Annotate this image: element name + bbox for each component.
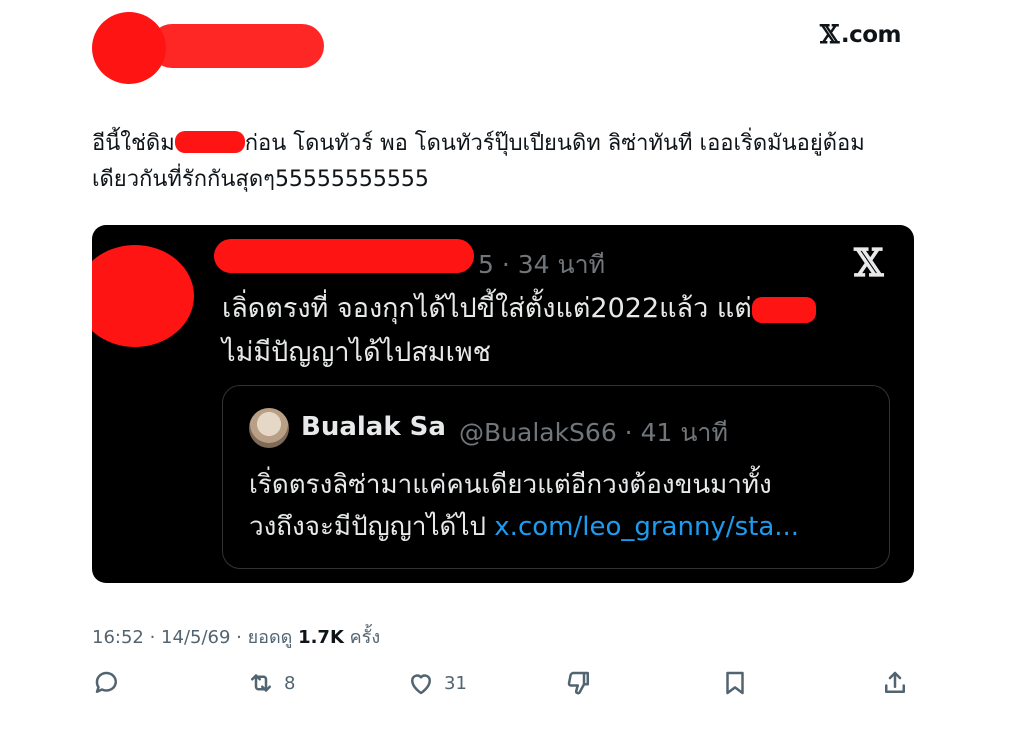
quote-author-handle: @BualakS66 · 41 นาที — [459, 418, 728, 447]
thumbs-down-icon — [567, 671, 589, 695]
quote-author-name: Bualak Sa — [301, 412, 446, 442]
action-bar: 8 31 — [92, 668, 914, 708]
quoted-tweet[interactable]: Bualak Sa @BualakS66 · 41 นาที เริ่ดตรงล… — [222, 385, 890, 569]
quote-link[interactable]: x.com/leo_granny/sta... — [494, 512, 799, 542]
x-logo: 𝕏 .com — [819, 20, 902, 49]
like-button[interactable]: 31 — [406, 668, 467, 698]
x-icon: 𝕏 — [819, 20, 839, 49]
heart-icon — [411, 674, 431, 695]
brand-text: .com — [840, 21, 902, 48]
redacted-word — [751, 296, 816, 323]
bookmark-button[interactable] — [720, 668, 750, 698]
dislike-button[interactable] — [564, 668, 594, 698]
redacted-word — [174, 131, 245, 153]
view-count: 1.7K — [298, 627, 344, 648]
share-button[interactable] — [880, 668, 910, 698]
avatar[interactable] — [249, 408, 289, 448]
reply-button[interactable] — [92, 668, 130, 698]
embedded-tweet-screenshot[interactable]: 5 · 34 นาที 𝕏 เลิ่ดตรงที่ จองกุกได้ไปขี้… — [92, 225, 914, 583]
retweet-button[interactable]: 8 — [246, 668, 295, 698]
redacted-username — [214, 239, 474, 273]
tweet-meta: 16:52 · 14/5/69 · ยอดดู 1.7K ครั้ง — [92, 627, 381, 648]
tweet-text: อีนี้ใช่ดิม ก่อน โดนทัวร์ พอ โดนทัวร์ปุ๊บ… — [92, 131, 865, 192]
quote-text: เริ่ดตรงลิซ่ามาแค่คนเดียวแต่อีกวงต้องขนม… — [249, 470, 800, 542]
redacted-username — [150, 24, 324, 68]
bookmark-icon — [726, 671, 744, 695]
reply-icon — [95, 671, 117, 693]
retweet-icon — [251, 674, 271, 692]
share-icon — [885, 671, 905, 693]
embed-meta: 5 · 34 นาที — [478, 250, 606, 279]
redacted-avatar — [92, 245, 194, 347]
x-icon: 𝕏 — [854, 240, 884, 285]
embed-text: เลิ่ดตรงที่ จองกุกได้ไปขี้ใส่ตั้งแต่2022… — [222, 287, 882, 375]
